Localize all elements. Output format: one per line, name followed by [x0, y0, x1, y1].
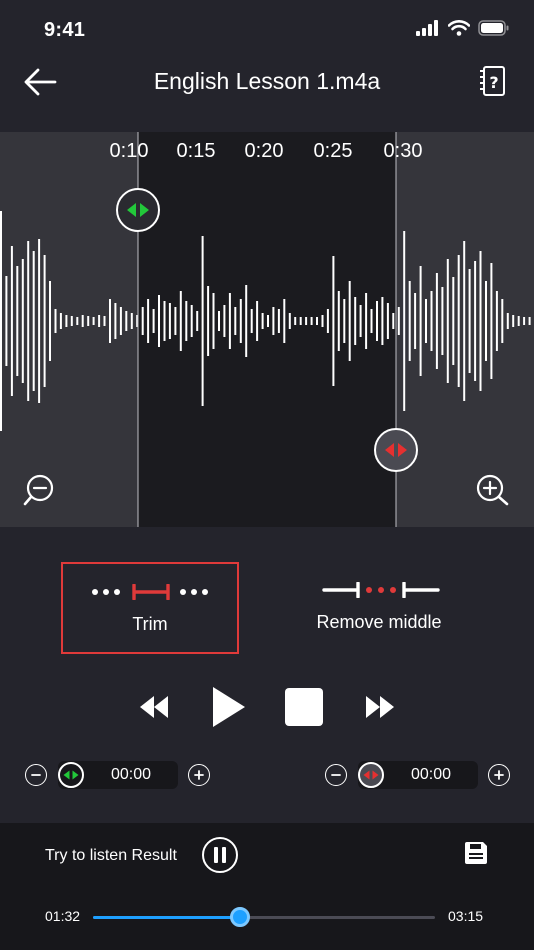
- time-tick: 0:10: [109, 140, 149, 162]
- end-decrease-button[interactable]: [325, 764, 347, 786]
- save-button[interactable]: [464, 841, 488, 870]
- remove-middle-icon: [322, 582, 440, 598]
- zoom-in-icon: [476, 474, 509, 506]
- red-double-arrow-icon: [363, 770, 379, 780]
- remove-middle-mode-button[interactable]: Remove middle: [300, 562, 458, 654]
- plus-icon: [494, 770, 504, 780]
- start-increase-button[interactable]: [188, 764, 210, 786]
- end-position-field[interactable]: 00:00: [358, 761, 478, 789]
- time-tick: 0:25: [313, 140, 353, 162]
- status-time: 9:41: [44, 19, 86, 41]
- green-double-arrow-icon: [63, 770, 79, 780]
- end-increase-button[interactable]: [488, 764, 510, 786]
- waveform: [0, 132, 531, 527]
- minus-icon: [31, 774, 41, 776]
- progress-fill: [93, 916, 241, 919]
- waveform-editor[interactable]: 0:10 0:15 0:20 0:25 0:30: [0, 132, 534, 527]
- result-label: Try to listen Result: [45, 847, 177, 864]
- trim-mode-button[interactable]: Trim: [61, 562, 239, 654]
- svg-text:?: ?: [489, 73, 498, 92]
- time-tick: 0:30: [383, 140, 423, 162]
- plus-icon: [194, 770, 204, 780]
- start-decrease-button[interactable]: [25, 764, 47, 786]
- help-book-icon: ?: [480, 66, 505, 96]
- end-marker-badge: [358, 762, 384, 788]
- stop-icon: [285, 688, 323, 726]
- trim-label: Trim: [132, 614, 168, 634]
- progress-thumb[interactable]: [230, 907, 251, 927]
- remove-middle-label: Remove middle: [316, 612, 442, 632]
- red-double-arrow-icon: [385, 443, 407, 457]
- end-position-value: 00:00: [410, 766, 452, 783]
- transport-controls: [0, 677, 534, 737]
- pause-icon: [214, 847, 226, 863]
- status-icons: [416, 20, 510, 36]
- stop-button[interactable]: [282, 685, 326, 729]
- edit-controls: Trim Remove middle 00:00 00:00: [0, 527, 534, 823]
- status-bar: 9:41: [0, 0, 534, 60]
- green-double-arrow-icon: [127, 203, 149, 217]
- zoom-in-button[interactable]: [474, 472, 510, 513]
- start-handle[interactable]: [116, 188, 160, 232]
- total-time: 03:15: [448, 908, 484, 924]
- current-time: 01:32: [45, 908, 81, 924]
- play-icon: [213, 687, 245, 727]
- nav-bar: English Lesson 1.m4a ?: [0, 60, 534, 132]
- zoom-out-icon: [23, 474, 54, 506]
- help-button[interactable]: ?: [472, 62, 512, 102]
- time-tick: 0:20: [244, 140, 284, 162]
- save-icon: [465, 842, 487, 864]
- rewind-button[interactable]: [134, 687, 174, 727]
- marker-position-row: 00:00 00:00: [0, 759, 534, 791]
- wifi-icon: [448, 20, 470, 36]
- rewind-icon: [140, 696, 168, 718]
- minus-icon: [331, 774, 341, 776]
- end-handle[interactable]: [374, 428, 418, 472]
- start-position-field[interactable]: 00:00: [58, 761, 178, 789]
- result-preview-bar: Try to listen Result 01:32 03:15: [0, 823, 534, 950]
- play-button[interactable]: [206, 683, 252, 731]
- pause-button[interactable]: [202, 837, 238, 873]
- fast-forward-icon: [366, 696, 394, 718]
- time-tick: 0:15: [176, 140, 216, 162]
- progress-track[interactable]: [93, 907, 435, 927]
- file-title: English Lesson 1.m4a: [153, 68, 381, 94]
- trim-icon: [92, 584, 208, 600]
- cellular-signal-icon: [416, 20, 438, 36]
- battery-icon: [478, 20, 509, 36]
- fast-forward-button[interactable]: [360, 687, 400, 727]
- start-position-value: 00:00: [110, 766, 152, 783]
- zoom-out-button[interactable]: [22, 472, 58, 513]
- start-marker-badge: [58, 762, 84, 788]
